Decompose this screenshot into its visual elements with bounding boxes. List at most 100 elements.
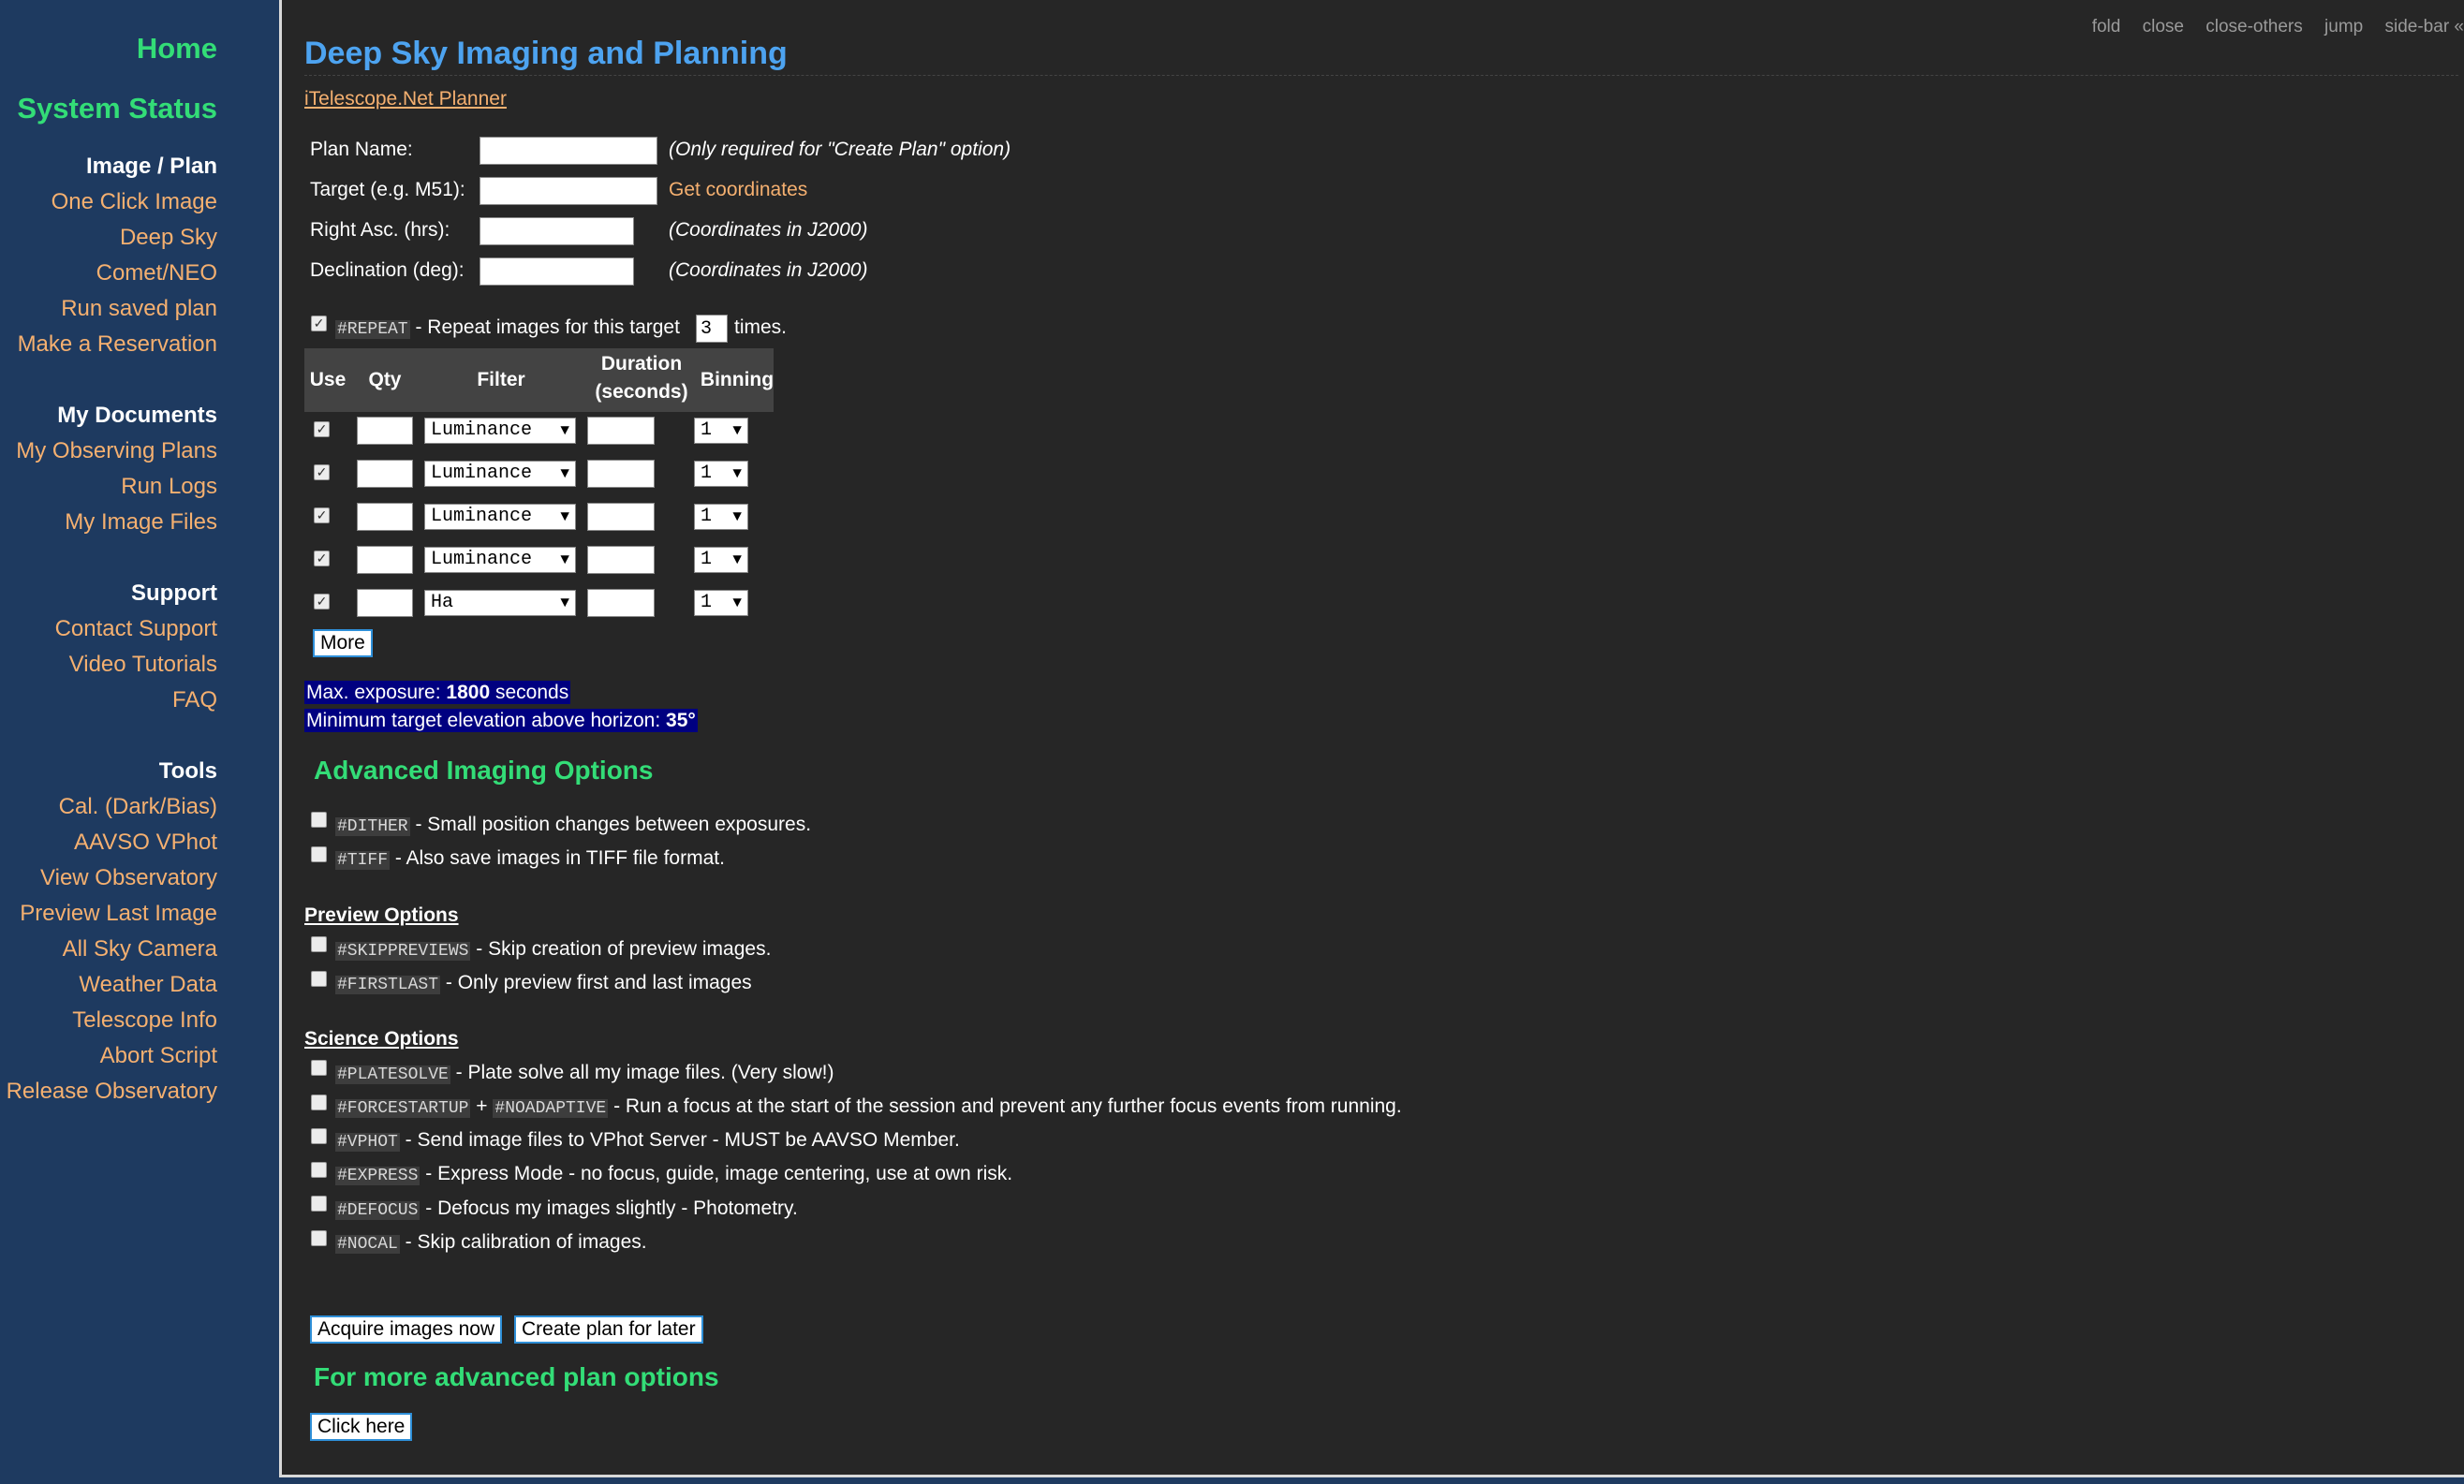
- platesolve-checkbox[interactable]: [311, 1060, 327, 1076]
- col-qty: Qty: [368, 369, 402, 390]
- row-duration-input[interactable]: [587, 417, 655, 445]
- sidebar-item-cal-dark-bias[interactable]: Cal. (Dark/Bias): [59, 794, 217, 820]
- row-use-checkbox[interactable]: ✓: [314, 421, 330, 437]
- dropdown-arrow-icon: ▼: [560, 422, 569, 439]
- sidebar-item-my-image-files[interactable]: My Image Files: [65, 509, 217, 536]
- row-filter-select[interactable]: Luminance ▼: [424, 547, 576, 573]
- sidebar-item-preview-last-image[interactable]: Preview Last Image: [20, 901, 217, 927]
- sidebar-heading-tools: Tools: [158, 758, 217, 784]
- sidebar-item-run-saved-plan[interactable]: Run saved plan: [61, 296, 217, 322]
- sidebar-item-release-observatory[interactable]: Release Observatory: [7, 1079, 217, 1105]
- skippreviews-code: #SKIPPREVIEWS: [335, 942, 471, 961]
- sidebar-home-link[interactable]: Home: [137, 32, 217, 66]
- row-qty-input[interactable]: [357, 589, 413, 617]
- row-duration-input[interactable]: [587, 589, 655, 617]
- tiff-option: #TIFF - Also save images in TIFF file fo…: [335, 847, 725, 870]
- row-binning-select[interactable]: 1 ▼: [694, 547, 748, 573]
- col-filter: Filter: [477, 369, 525, 390]
- row-binning-select[interactable]: 1 ▼: [694, 461, 748, 487]
- sidebar-item-run-logs[interactable]: Run Logs: [121, 474, 217, 500]
- dropdown-arrow-icon: ▼: [560, 465, 569, 482]
- get-coordinates-link[interactable]: Get coordinates: [669, 179, 807, 201]
- skippreviews-text: - Skip creation of preview images.: [476, 938, 772, 960]
- plan-name-note: (Only required for "Create Plan" option): [669, 139, 1011, 160]
- row-filter-select[interactable]: Luminance ▼: [424, 461, 576, 487]
- click-here-button[interactable]: Click here: [310, 1413, 413, 1441]
- row-binning-select[interactable]: 1 ▼: [694, 418, 748, 444]
- sidebar-item-faq[interactable]: FAQ: [172, 687, 217, 713]
- row-qty-input[interactable]: [357, 503, 413, 531]
- forcestartup-checkbox[interactable]: [311, 1095, 327, 1110]
- sidebar-item-telescope-info[interactable]: Telescope Info: [72, 1007, 217, 1034]
- row-duration-input[interactable]: [587, 460, 655, 488]
- col-binning: Binning: [700, 369, 775, 390]
- plan-name-input[interactable]: [480, 137, 657, 165]
- dec-input[interactable]: [480, 257, 634, 286]
- sidebar-item-video-tutorials[interactable]: Video Tutorials: [69, 652, 217, 678]
- row-use-checkbox[interactable]: ✓: [314, 594, 330, 610]
- more-rows-button[interactable]: More: [313, 629, 373, 657]
- nocal-checkbox[interactable]: [311, 1230, 327, 1246]
- jump-button[interactable]: jump: [2324, 17, 2363, 37]
- title-divider: [304, 75, 2458, 76]
- target-input[interactable]: [480, 177, 657, 205]
- dither-code: #DITHER: [335, 817, 410, 836]
- acquire-images-button[interactable]: Acquire images now: [310, 1315, 503, 1344]
- sidebar-system-status-link[interactable]: System Status: [17, 92, 217, 125]
- sidebar-item-view-observatory[interactable]: View Observatory: [40, 865, 217, 891]
- row-duration-input[interactable]: [587, 546, 655, 574]
- row-use-checkbox[interactable]: ✓: [314, 507, 330, 523]
- platesolve-code: #PLATESOLVE: [335, 1065, 450, 1084]
- repeat-checkbox[interactable]: ✓: [311, 316, 327, 331]
- row-binning-value: 1: [701, 592, 713, 613]
- row-qty-input[interactable]: [357, 460, 413, 488]
- express-checkbox[interactable]: [311, 1162, 327, 1178]
- ra-input[interactable]: [480, 217, 634, 245]
- row-qty-input[interactable]: [357, 417, 413, 445]
- vphot-checkbox[interactable]: [311, 1128, 327, 1144]
- create-plan-button[interactable]: Create plan for later: [514, 1315, 703, 1344]
- dec-note: (Coordinates in J2000): [669, 259, 868, 281]
- repeat-text-after: times.: [734, 316, 788, 338]
- sidebar: Home System Status Image / Plan One Clic…: [0, 0, 279, 1484]
- sidebar-item-all-sky-camera[interactable]: All Sky Camera: [63, 936, 217, 962]
- row-binning-select[interactable]: 1 ▼: [694, 590, 748, 616]
- more-options-heading: For more advanced plan options: [314, 1362, 719, 1391]
- defocus-code: #DEFOCUS: [335, 1201, 421, 1220]
- sidebar-item-make-reservation[interactable]: Make a Reservation: [18, 331, 217, 358]
- sidebar-item-deep-sky[interactable]: Deep Sky: [120, 225, 217, 251]
- min-elevation-prefix: Minimum target elevation above horizon:: [306, 710, 661, 731]
- row-use-checkbox[interactable]: ✓: [314, 464, 330, 480]
- side-bar-button[interactable]: side-bar «: [2385, 17, 2464, 37]
- planner-link[interactable]: iTelescope.Net Planner: [304, 88, 507, 110]
- row-use-checkbox[interactable]: ✓: [314, 551, 330, 566]
- plan-name-label: Plan Name:: [310, 139, 413, 160]
- row-filter-select[interactable]: Luminance ▼: [424, 504, 576, 530]
- tiff-checkbox[interactable]: [311, 846, 327, 862]
- repeat-count-input[interactable]: [696, 315, 728, 343]
- col-duration-unit: (seconds): [595, 381, 688, 403]
- skippreviews-checkbox[interactable]: [311, 936, 327, 952]
- sidebar-item-aavso-vphot[interactable]: AAVSO VPhot: [74, 830, 217, 856]
- sidebar-item-one-click-image[interactable]: One Click Image: [52, 189, 217, 215]
- sidebar-item-my-observing-plans[interactable]: My Observing Plans: [16, 438, 217, 464]
- dither-checkbox[interactable]: [311, 812, 327, 828]
- repeat-code: #REPEAT: [335, 320, 410, 339]
- row-filter-select[interactable]: Luminance ▼: [424, 418, 576, 444]
- firstlast-checkbox[interactable]: [311, 971, 327, 987]
- close-others-button[interactable]: close-others: [2206, 17, 2303, 37]
- sidebar-item-contact-support[interactable]: Contact Support: [55, 616, 217, 642]
- fold-button[interactable]: fold: [2092, 17, 2121, 37]
- express-text: - Express Mode - no focus, guide, image …: [425, 1163, 1013, 1184]
- row-qty-input[interactable]: [357, 546, 413, 574]
- row-duration-input[interactable]: [587, 503, 655, 531]
- row-filter-select[interactable]: Ha ▼: [424, 590, 576, 616]
- ra-note: (Coordinates in J2000): [669, 219, 868, 241]
- close-button[interactable]: close: [2143, 17, 2184, 37]
- sidebar-item-weather-data[interactable]: Weather Data: [79, 972, 217, 998]
- sidebar-item-abort-script[interactable]: Abort Script: [100, 1043, 217, 1069]
- platesolve-text: - Plate solve all my image files. (Very …: [455, 1062, 834, 1083]
- defocus-checkbox[interactable]: [311, 1196, 327, 1212]
- sidebar-item-comet-neo[interactable]: Comet/NEO: [96, 260, 217, 287]
- row-binning-select[interactable]: 1 ▼: [694, 504, 748, 530]
